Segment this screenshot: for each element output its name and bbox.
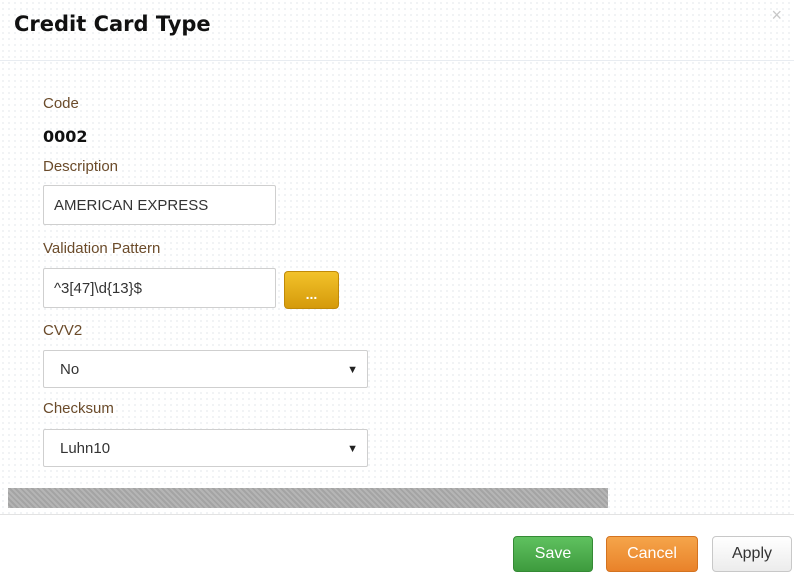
checksum-select[interactable]: Luhn10 ▼ [43, 429, 368, 467]
validation-pattern-value: ^3[47]\d{13}$ [54, 279, 142, 297]
apply-button[interactable]: Apply [712, 536, 792, 572]
code-value: 0002 [43, 127, 88, 146]
description-label: Description [43, 158, 119, 175]
checksum-label: Checksum [43, 400, 114, 417]
save-button[interactable]: Save [513, 536, 593, 572]
validation-pattern-builder-button[interactable]: ... [284, 271, 339, 309]
description-value: AMERICAN EXPRESS [54, 196, 209, 214]
checksum-selected-value: Luhn10 [60, 439, 111, 457]
validation-pattern-label: Validation Pattern [43, 240, 161, 257]
dialog-title: Credit Card Type [14, 12, 211, 36]
cancel-button[interactable]: Cancel [606, 536, 698, 572]
cvv2-label: CVV2 [43, 322, 83, 339]
chevron-down-icon: ▼ [347, 443, 358, 455]
dialog-header: Credit Card Type × [0, 0, 794, 55]
description-field[interactable]: AMERICAN EXPRESS [43, 185, 276, 225]
header-divider [0, 60, 794, 61]
code-label: Code [43, 95, 79, 112]
cvv2-select[interactable]: No ▼ [43, 350, 368, 388]
ellipsis-label: ... [305, 286, 318, 302]
close-icon[interactable]: × [771, 6, 782, 24]
cvv2-selected-value: No [60, 360, 80, 378]
validation-pattern-field[interactable]: ^3[47]\d{13}$ [43, 268, 276, 308]
chevron-down-icon: ▼ [347, 364, 358, 376]
horizontal-scrollbar[interactable] [8, 488, 608, 508]
